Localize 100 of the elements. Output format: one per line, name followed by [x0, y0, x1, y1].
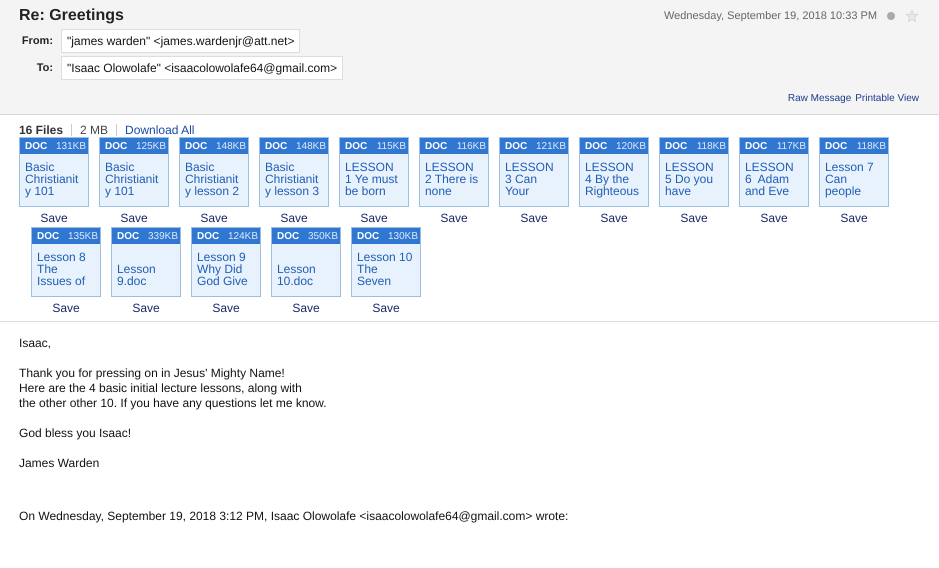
- file-name-line: Your: [505, 185, 530, 197]
- file-name-line: Can: [825, 173, 848, 185]
- message-paragraph: James Warden: [19, 456, 100, 471]
- file-type: DOC: [665, 140, 688, 152]
- file-size: 130KB: [388, 230, 418, 242]
- file-name-line: y lesson 3: [265, 185, 320, 197]
- file-size: 125KB: [136, 140, 166, 152]
- attachment-card[interactable]: DOC 121KB LESSON 3 Can Your: [499, 137, 569, 207]
- file-name-line: 4 By the: [585, 173, 630, 185]
- save-link[interactable]: Save: [52, 301, 80, 315]
- file-size: 339KB: [148, 230, 178, 242]
- file-name-line: Seven: [357, 275, 392, 287]
- file-name-line: Lesson 7: [825, 161, 875, 173]
- file-name-line: 10.doc: [277, 275, 314, 287]
- sender-address: "james warden" <james.wardenjr@att.net>: [61, 29, 300, 53]
- save-link[interactable]: Save: [212, 301, 240, 315]
- message-date: Wednesday, September 19, 2018 10:33 PM: [664, 10, 877, 22]
- file-name-line: and Eve: [745, 185, 790, 197]
- file-type: DOC: [345, 140, 368, 152]
- file-name-line: none: [425, 185, 453, 197]
- attachment-card[interactable]: DOC 339KB Lesson 9.doc: [111, 227, 181, 297]
- file-name-line: have: [665, 185, 692, 197]
- attachment-card[interactable]: DOC 116KB LESSON 2 There is none: [419, 137, 489, 207]
- to-label: To:: [36, 62, 53, 74]
- file-name-line: 9.doc: [117, 275, 148, 287]
- attachment-card[interactable]: DOC 124KB Lesson 9 Why Did God Give: [191, 227, 261, 297]
- file-type: DOC: [105, 140, 128, 152]
- save-link[interactable]: Save: [372, 301, 400, 315]
- status-dot-icon[interactable]: [887, 12, 895, 20]
- file-name-line: Righteous: [585, 185, 640, 197]
- file-name-line: 6 Adam: [745, 173, 790, 185]
- file-type: DOC: [265, 140, 288, 152]
- save-link[interactable]: Save: [40, 211, 68, 225]
- file-size: 124KB: [228, 230, 258, 242]
- file-name-line: Lesson: [117, 263, 157, 275]
- file-name-line: Basic: [265, 161, 296, 173]
- attachment-card[interactable]: DOC 148KB Basic Christianit y lesson 3: [259, 137, 329, 207]
- from-label: From:: [20, 35, 53, 47]
- file-name-line: Lesson: [277, 263, 317, 275]
- message-paragraph: God bless you Isaac!: [19, 426, 132, 441]
- star-icon[interactable]: [905, 9, 919, 23]
- file-name-line: The: [37, 263, 59, 275]
- file-name-line: 3 Can: [505, 173, 538, 185]
- attachment-card[interactable]: DOC 130KB Lesson 10 The Seven: [351, 227, 421, 297]
- message-subject: Re: Greetings: [19, 7, 125, 25]
- attachment-card[interactable]: DOC 118KB Lesson 7 Can people: [819, 137, 889, 207]
- attachment-card[interactable]: DOC 118KB LESSON 5 Do you have: [659, 137, 729, 207]
- save-link[interactable]: Save: [280, 211, 308, 225]
- file-name-line: be born: [345, 185, 387, 197]
- file-name-line: Christianit: [105, 173, 160, 185]
- attachment-card[interactable]: DOC 120KB LESSON 4 By the Righteous: [579, 137, 649, 207]
- save-link[interactable]: Save: [760, 211, 788, 225]
- file-name-line: Issues of: [37, 275, 86, 287]
- file-name-line: y lesson 2: [185, 185, 240, 197]
- file-name-line: God Give: [197, 275, 249, 287]
- quote-header: On Wednesday, September 19, 2018 3:12 PM, Isaac Olowolafe <isaacolowolafe64@gmail.com> wrote:: [19, 509, 570, 523]
- file-name-line: Basic: [25, 161, 56, 173]
- attachment-card[interactable]: DOC 131KB Basic Christianit y 101: [19, 137, 89, 207]
- save-link[interactable]: Save: [132, 301, 160, 315]
- save-link[interactable]: Save: [600, 211, 628, 225]
- file-size: 118KB: [696, 140, 726, 152]
- file-size: 117KB: [776, 140, 806, 152]
- file-type: DOC: [357, 230, 380, 242]
- file-name-line: y 101: [25, 185, 56, 197]
- file-name-line: The: [357, 263, 379, 275]
- file-name-line: Basic: [185, 161, 216, 173]
- file-name-line: Lesson 9: [197, 251, 247, 263]
- file-type: DOC: [117, 230, 140, 242]
- save-link[interactable]: Save: [520, 211, 548, 225]
- save-link[interactable]: Save: [680, 211, 708, 225]
- save-link[interactable]: Save: [200, 211, 228, 225]
- file-count: 16 Files: [19, 123, 64, 137]
- save-link[interactable]: Save: [440, 211, 468, 225]
- file-type: DOC: [185, 140, 208, 152]
- file-type: DOC: [425, 140, 448, 152]
- file-name-line: Lesson 10: [357, 251, 414, 263]
- save-link[interactable]: Save: [360, 211, 388, 225]
- save-link[interactable]: Save: [840, 211, 868, 225]
- message-paragraph: Isaac,: [19, 336, 52, 351]
- attachment-card[interactable]: DOC 125KB Basic Christianit y 101: [99, 137, 169, 207]
- file-name-line: 5 Do you: [665, 173, 714, 185]
- header-link[interactable]: Printable View: [855, 93, 919, 104]
- file-type: DOC: [37, 230, 60, 242]
- attachment-card[interactable]: DOC 148KB Basic Christianit y lesson 2: [179, 137, 249, 207]
- save-link[interactable]: Save: [120, 211, 148, 225]
- file-size: 131KB: [56, 140, 86, 152]
- file-name-line: LESSON: [505, 161, 555, 173]
- file-type: DOC: [745, 140, 768, 152]
- attachment-card[interactable]: DOC 115KB LESSON 1 Ye must be born: [339, 137, 409, 207]
- header-link[interactable]: Raw Message: [788, 93, 852, 104]
- attachment-card[interactable]: DOC 350KB Lesson 10.doc: [271, 227, 341, 297]
- file-name-line: LESSON: [425, 161, 475, 173]
- file-name-line: Christianit: [185, 173, 240, 185]
- total-size: 2 MB: [80, 123, 108, 137]
- download-all-link[interactable]: Download All: [125, 123, 194, 137]
- file-size: 350KB: [308, 230, 338, 242]
- attachment-card[interactable]: DOC 117KB LESSON 6 Adam and Eve: [739, 137, 809, 207]
- attachment-card[interactable]: DOC 135KB Lesson 8 The Issues of: [31, 227, 101, 297]
- file-name-line: LESSON: [665, 161, 715, 173]
- save-link[interactable]: Save: [292, 301, 320, 315]
